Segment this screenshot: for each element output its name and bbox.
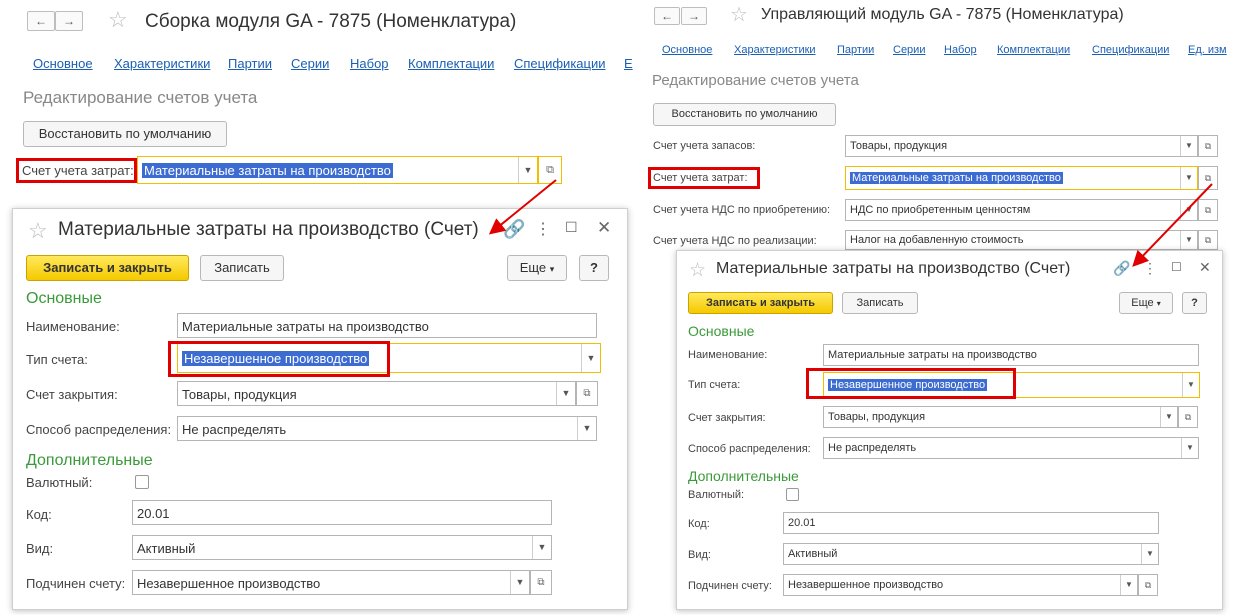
- arrow-left: [488, 179, 557, 235]
- annotation-arrows: [488, 179, 1213, 267]
- arrow-right: [1132, 183, 1213, 267]
